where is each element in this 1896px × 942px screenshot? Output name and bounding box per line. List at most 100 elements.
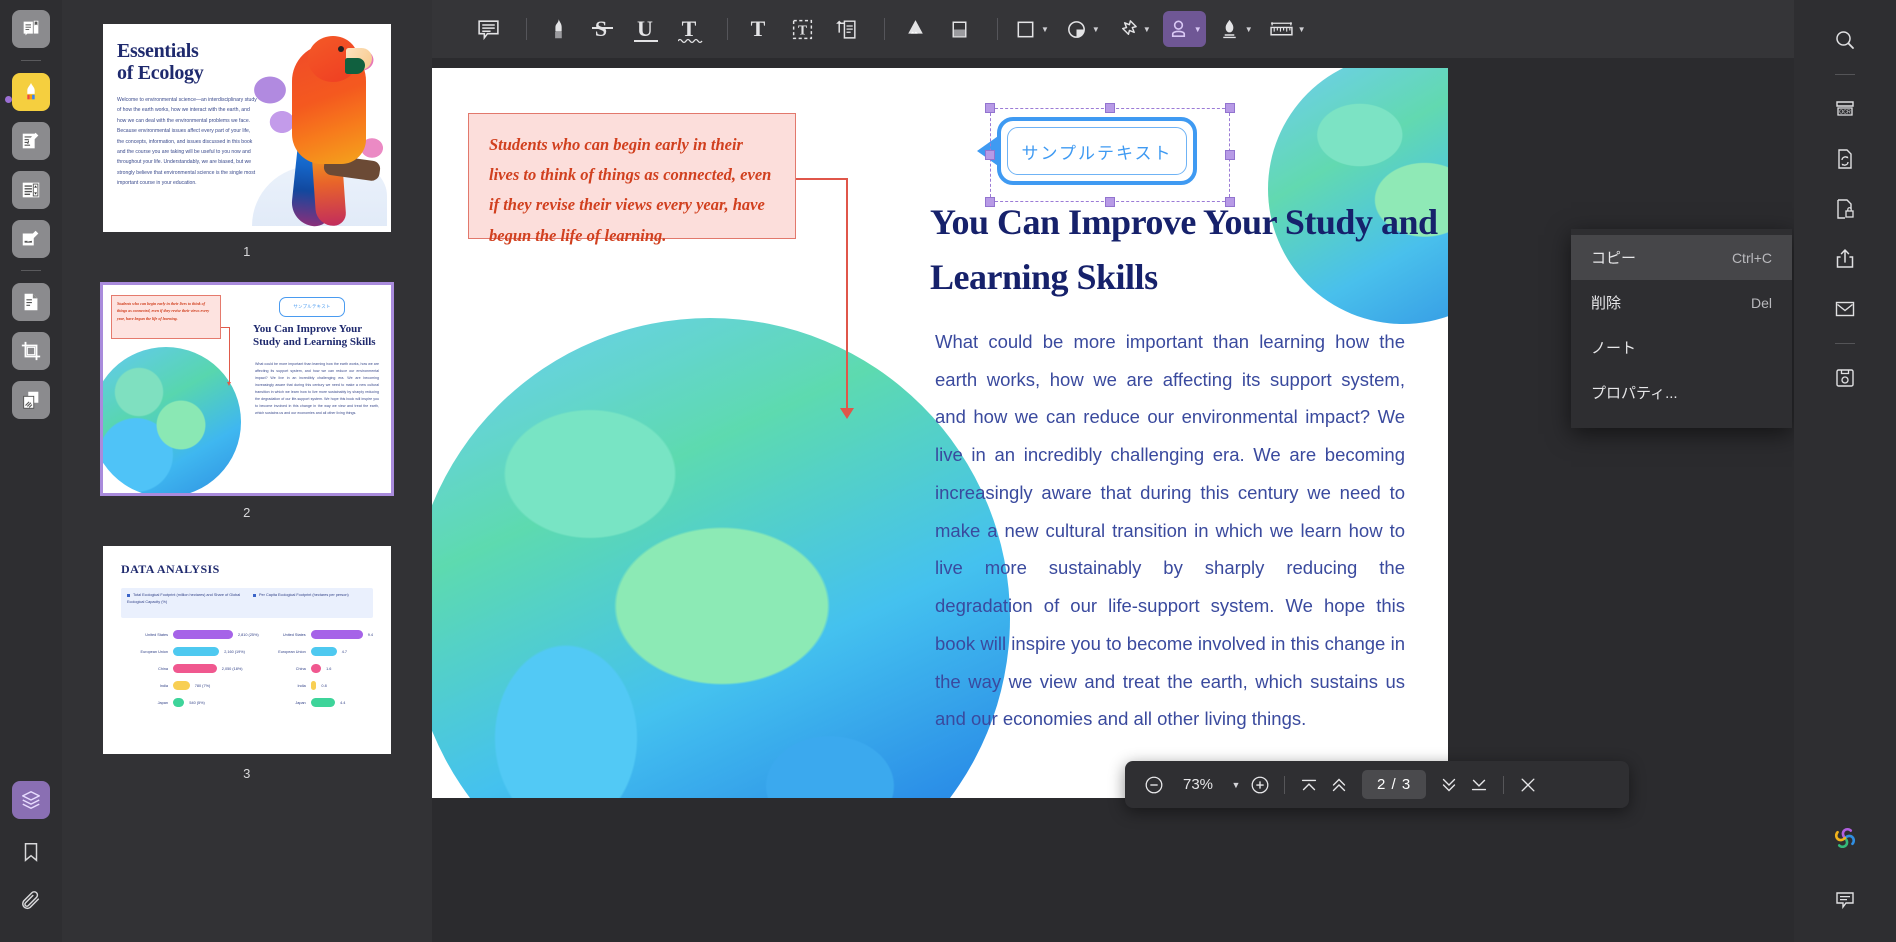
sidebar-item-fill-sign[interactable] [12,220,50,258]
email-button[interactable] [1825,289,1865,329]
chart-row-label: United States [282,632,306,637]
selection-box[interactable] [985,103,1235,207]
resize-handle-n[interactable] [1105,103,1115,113]
protect-button[interactable] [1825,189,1865,229]
zoom-in-button[interactable] [1245,768,1275,802]
zoom-out-button[interactable] [1139,768,1169,802]
context-menu-item-copy[interactable]: コピー Ctrl+C [1571,235,1792,280]
callout-tool[interactable] [828,11,864,47]
ai-assistant-button[interactable] [1825,818,1865,858]
context-menu[interactable]: コピー Ctrl+C 削除 Del ノート プロパティ... [1571,229,1792,428]
next-page-button[interactable] [1434,768,1464,802]
chart-row-label: India [159,683,168,688]
chart-row-bar [310,630,363,639]
toolbar-divider-1 [526,18,527,40]
squiggly-tool[interactable]: T [671,11,707,47]
text-tool[interactable]: T [740,11,776,47]
quote-annotation[interactable]: Students who can begin early in their li… [468,113,796,245]
thumbnail-item-3[interactable]: DATA ANALYSIS Total Ecological Footprint… [103,546,391,781]
thumbnail-page-3[interactable]: DATA ANALYSIS Total Ecological Footprint… [103,546,391,754]
thumb3-legend: Total Ecological Footprint (million hect… [121,588,373,618]
context-menu-item-properties[interactable]: プロパティ... [1571,370,1792,415]
thumb2-title: You Can Improve Your Study and Learning … [253,323,376,348]
toolbar-divider-2 [727,18,728,40]
sidebar-item-annotate[interactable] [12,122,50,160]
thumbnail-page-1[interactable]: Essentials of Ecology Welcome to environm… [103,24,391,232]
chart-row: Japan 540 (5%) [121,694,259,711]
context-menu-label-properties: プロパティ... [1591,385,1678,402]
chart-row: China 2,050 (18%) [121,660,259,677]
pdf-page-2[interactable]: Students who can begin early in their li… [432,68,1448,798]
convert-button[interactable] [1825,139,1865,179]
layers-icon [20,789,42,811]
context-menu-item-delete[interactable]: 削除 Del [1571,280,1792,325]
share-button[interactable] [1825,239,1865,279]
sidebar-item-form-fields[interactable] [12,171,50,209]
thumbnail-item-1[interactable]: Essentials of Ecology Welcome to environm… [103,24,391,259]
ocr-button[interactable]: OCR [1825,89,1865,129]
page-indicator[interactable]: 2 / 3 [1362,770,1427,799]
resize-handle-ne[interactable] [1225,103,1235,113]
pencil-tool[interactable] [897,11,933,47]
connector-line-vertical [846,178,848,413]
highlight-tool[interactable] [539,11,575,47]
pin-tool[interactable]: ▼ [1112,11,1155,47]
close-toolbar-button[interactable] [1513,768,1543,802]
chart-row-bar [310,698,336,707]
chart-row-label: European Union [278,649,306,654]
chart-row-bar [173,681,190,690]
zoom-level-value[interactable]: 73% [1179,776,1217,793]
sidebar-item-attachments[interactable] [12,882,50,920]
sidebar-item-crop[interactable] [12,332,50,370]
chart-row-value: 1.6 [326,666,332,671]
eraser-tool[interactable] [941,11,977,47]
sidebar-item-layers[interactable] [12,781,50,819]
zoom-dropdown-button[interactable]: ▼ [1227,768,1245,802]
sidebar-item-highlighter[interactable] [12,73,50,111]
thumbnail-item-2[interactable]: Students who can begin early in their li… [100,282,394,520]
connector-arrowhead [840,408,854,419]
bottombar-divider-1 [1284,775,1285,794]
measure-tool[interactable]: ▼ [1265,11,1310,47]
thumbnail-panel[interactable]: Essentials of Ecology Welcome to environm… [62,0,432,942]
thumb3-title: DATA ANALYSIS [121,562,220,576]
search-panel-button[interactable] [1825,20,1865,60]
save-button[interactable] [1825,358,1865,398]
form-list-icon [20,179,42,201]
prev-page-button[interactable] [1324,768,1354,802]
right-rail-divider-2 [1835,343,1855,344]
shape-tool[interactable]: ▼ [1010,11,1053,47]
page-body-text: What could be more important than learni… [935,331,1405,730]
chart-row-label: India [297,683,306,688]
last-page-button[interactable] [1464,768,1494,802]
thumb2-body: What could be more important than learni… [255,362,379,415]
sidebar-item-page-organize[interactable] [12,283,50,321]
stamp-tool[interactable]: ▼ [1162,11,1206,47]
thumbnail-page-2[interactable]: Students who can begin early in their li… [100,282,394,496]
page-edit-icon [20,291,42,313]
thumb3-chart-right: United States 9.4 European Union 4.7 China 1.… [259,626,373,711]
sidebar-item-compare[interactable] [12,381,50,419]
document-canvas[interactable]: Students who can begin early in their li… [432,58,1794,942]
resize-handle-e[interactable] [1225,150,1235,160]
marker-icon [545,17,570,42]
stamp-shape-tool[interactable]: ▼ [1061,11,1104,47]
toolbar-divider-4 [997,18,998,40]
resize-handle-w[interactable] [985,150,995,160]
sidebar-item-read-mode[interactable] [12,10,50,48]
context-menu-item-note[interactable]: ノート [1571,325,1792,370]
thumb3-chart-left: United States 2,810 (25%) European Union 2,… [121,626,259,711]
comment-tool[interactable] [470,11,506,47]
text-box-tool[interactable]: T [784,11,820,47]
underline-tool[interactable]: U [627,11,663,47]
sign-pen-icon [20,228,42,250]
sidebar-item-bookmarks[interactable] [12,833,50,871]
thumb3-legend-right: Per Capita Ecological Footprint (hectare… [259,593,349,597]
comments-panel-button[interactable] [1825,880,1865,920]
signature-tool[interactable]: ▼ [1214,11,1257,47]
strikethrough-tool[interactable]: S [583,11,619,47]
text-box-icon: T [790,17,815,42]
first-page-button[interactable] [1294,768,1324,802]
resize-handle-nw[interactable] [985,103,995,113]
context-menu-label-delete: 削除 [1591,295,1622,312]
